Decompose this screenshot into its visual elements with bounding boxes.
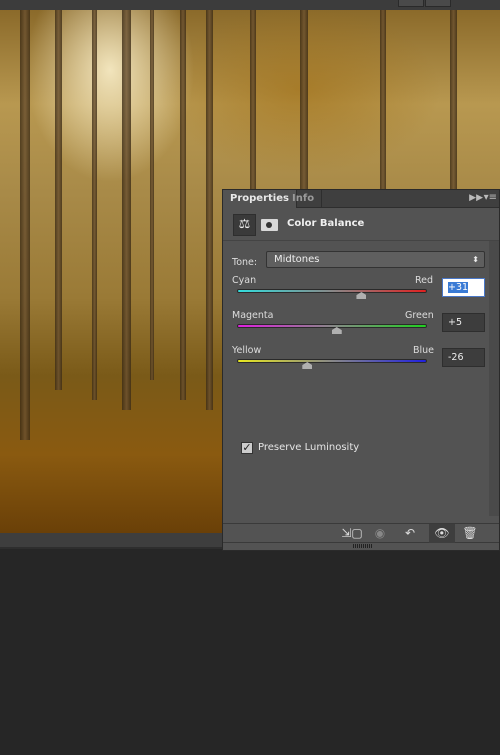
panel-menu-icon[interactable]: ▾≡ [484,192,497,203]
up-down-arrows-icon: ⬍ [472,255,479,264]
tone-select[interactable]: Midtones ⬍ [266,251,485,268]
slider-left-label: Cyan [232,275,257,286]
slider-left-label: Yellow [232,345,262,356]
slider-thumb[interactable] [356,292,367,299]
visibility-eye-icon[interactable]: 👁 [429,524,455,543]
slider-value-input[interactable]: +5 [442,313,485,332]
mask-icon[interactable] [261,219,278,231]
preserve-luminosity-checkbox[interactable]: ✓ [241,442,253,454]
adjustment-header: ⚖ Color Balance [223,208,499,241]
panel-footer: ⇲▢ ◉ ↶ 👁 🗑 [223,523,499,543]
slider-left-label: Magenta [232,310,274,321]
slider-thumb[interactable] [331,327,342,334]
panel-tabs: Properties Info ▶▶ ▾≡ [223,190,499,208]
slider-thumb[interactable] [302,362,313,369]
resize-grip[interactable] [353,544,373,548]
slider-value-input[interactable]: +31 [442,278,485,297]
tone-label: Tone: [232,257,258,268]
view-previous-state-icon[interactable]: ◉ [367,524,393,543]
toolbar-button[interactable] [425,0,451,7]
properties-panel: Properties Info ▶▶ ▾≡ ⚖ Color Balance To… [222,189,500,551]
tab-info[interactable]: Info [285,190,323,208]
slider-track[interactable] [237,324,427,328]
trash-icon[interactable]: 🗑 [457,524,483,543]
slider-value: +5 [448,317,463,328]
adjustment-controls: Tone: Midtones ⬍ Cyan Red +31 Magenta Gree… [223,241,499,516]
slider-value: -26 [448,352,464,363]
top-toolbar [0,0,500,10]
slider-right-label: Green [405,310,434,321]
reset-icon[interactable]: ↶ [397,524,423,543]
slider-value: +31 [448,282,469,293]
preserve-luminosity-label: Preserve Luminosity [258,442,360,453]
slider-track[interactable] [237,359,427,363]
slider-right-label: Red [415,275,434,286]
adjustment-title: Color Balance [287,218,365,229]
toolbar-button[interactable] [398,0,424,7]
slider-right-label: Blue [413,345,435,356]
slider-track[interactable] [237,289,427,293]
slider-value-input[interactable]: -26 [442,348,485,367]
tone-value: Midtones [274,254,320,265]
scales-icon[interactable]: ⚖ [233,214,256,236]
double-chevron-right-icon[interactable]: ▶▶ [469,193,483,203]
clip-to-layer-icon[interactable]: ⇲▢ [339,524,365,543]
